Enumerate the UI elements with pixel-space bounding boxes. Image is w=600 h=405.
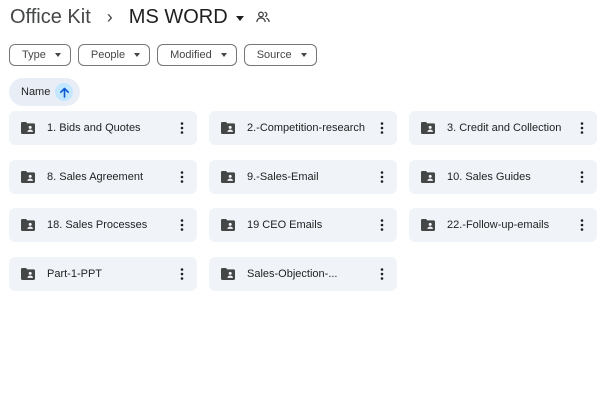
shared-folder-icon (221, 122, 235, 134)
more-vert-icon[interactable] (374, 263, 390, 285)
more-vert-icon[interactable] (574, 166, 590, 188)
folder-name: Part-1-PPT (47, 268, 103, 280)
more-vert-icon[interactable] (374, 117, 390, 139)
folder-card[interactable]: 19 CEO Emails (209, 208, 397, 242)
folder-card[interactable]: 3. Credit and Collection (409, 111, 597, 145)
folder-card[interactable]: 1. Bids and Quotes (9, 111, 197, 145)
more-vert-icon[interactable] (374, 166, 390, 188)
shared-folder-icon (221, 268, 235, 280)
folder-card[interactable]: Sales-Objection-... (209, 257, 397, 291)
folder-name: 22.-Follow-up-emails (447, 219, 550, 231)
folder-name: 1. Bids and Quotes (47, 122, 141, 134)
shared-folder-icon (421, 219, 435, 231)
more-vert-icon[interactable] (174, 117, 190, 139)
shared-folder-icon (421, 171, 435, 183)
more-vert-icon[interactable] (174, 166, 190, 188)
more-vert-icon[interactable] (574, 117, 590, 139)
folder-name: 2.-Competition-research (247, 122, 365, 134)
shared-folder-icon (21, 268, 35, 280)
folder-card[interactable]: 10. Sales Guides (409, 160, 597, 194)
shared-folder-icon (421, 122, 435, 134)
shared-folder-icon (21, 171, 35, 183)
shared-folder-icon (221, 219, 235, 231)
folder-card[interactable]: 8. Sales Agreement (9, 160, 197, 194)
shared-folder-icon (21, 122, 35, 134)
more-vert-icon[interactable] (174, 214, 190, 236)
folder-grid: 1. Bids and Quotes 2.-Competition-resear… (0, 0, 600, 405)
folder-name: 18. Sales Processes (47, 219, 148, 231)
folder-card[interactable]: 22.-Follow-up-emails (409, 208, 597, 242)
folder-name: 10. Sales Guides (447, 171, 531, 183)
folder-card[interactable]: 2.-Competition-research (209, 111, 397, 145)
folder-name: 9.-Sales-Email (247, 171, 319, 183)
folder-card[interactable]: 9.-Sales-Email (209, 160, 397, 194)
folder-card[interactable]: 18. Sales Processes (9, 208, 197, 242)
folder-card[interactable]: Part-1-PPT (9, 257, 197, 291)
more-vert-icon[interactable] (574, 214, 590, 236)
folder-name: 3. Credit and Collection (447, 122, 562, 134)
more-vert-icon[interactable] (174, 263, 190, 285)
folder-name: Sales-Objection-... (247, 268, 338, 280)
folder-name: 8. Sales Agreement (47, 171, 144, 183)
folder-name: 19 CEO Emails (247, 219, 323, 231)
shared-folder-icon (221, 171, 235, 183)
more-vert-icon[interactable] (374, 214, 390, 236)
shared-folder-icon (21, 219, 35, 231)
